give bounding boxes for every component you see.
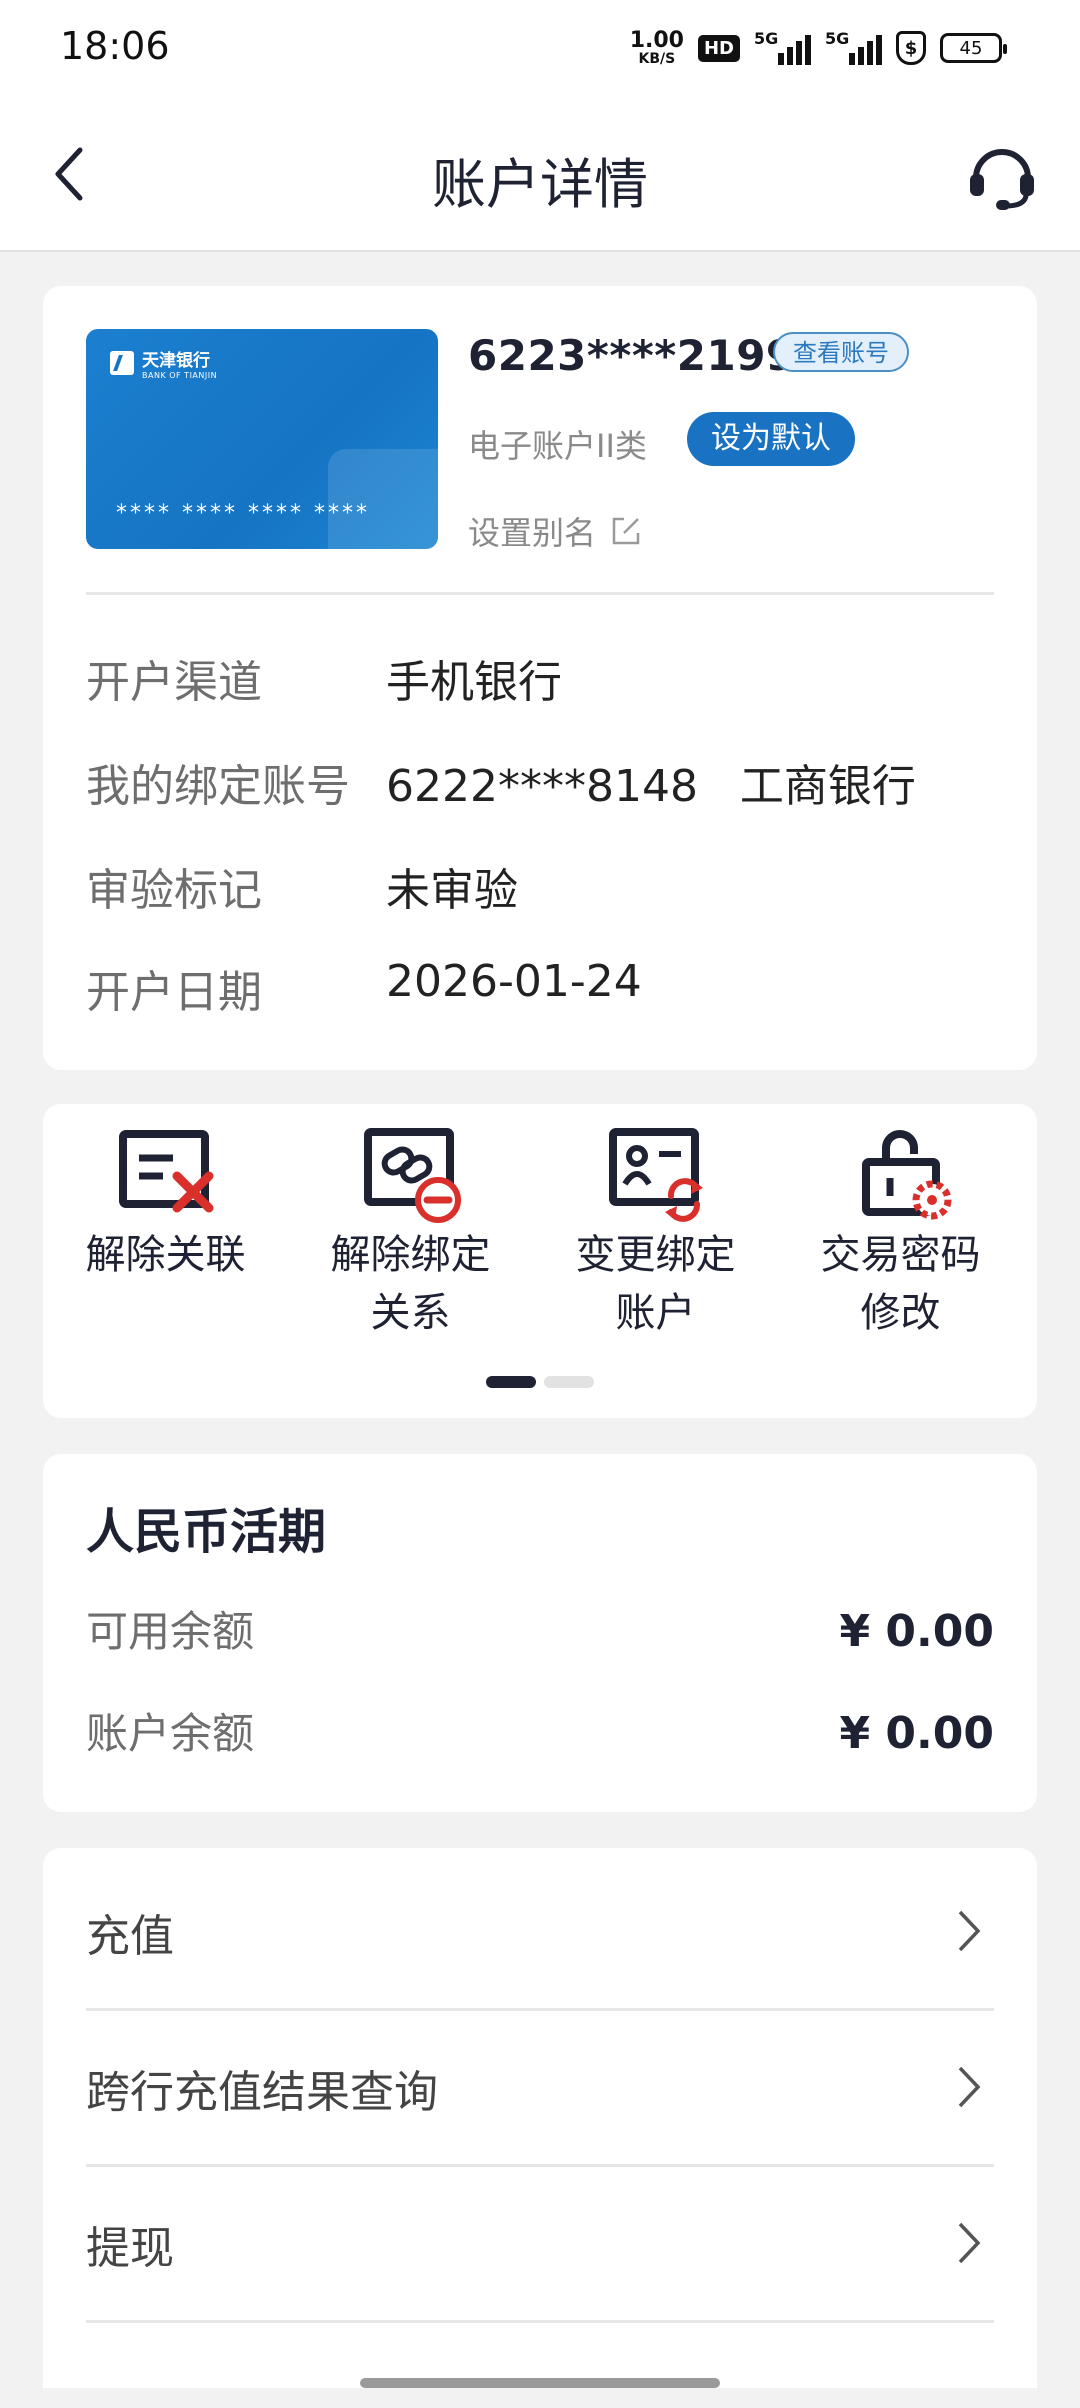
battery-level: 45 — [959, 37, 983, 59]
unbind-card-icon — [363, 1128, 461, 1223]
info-label: 审验标记 — [86, 865, 262, 916]
set-default-button[interactable]: 设为默认 — [687, 412, 855, 466]
lock-settings-icon — [861, 1130, 951, 1220]
info-label: 我的绑定账号 — [86, 761, 350, 812]
action-label: 变更绑定 账户 — [575, 1232, 736, 1336]
battery-icon: 45 — [940, 33, 1007, 63]
action-label: 解除关联 — [85, 1232, 246, 1278]
account-balance-value: ¥ 0.00 — [839, 1708, 995, 1759]
status-time: 18:06 — [60, 24, 170, 68]
page-dot — [544, 1376, 594, 1388]
network-speed: 1.00 KB/S — [629, 28, 684, 67]
view-account-number-button[interactable]: 查看账号 — [773, 332, 909, 372]
home-indicator[interactable] — [360, 2378, 720, 2388]
action-grid: 解除关联 解除绑定 关系 变更绑定 账户 交易密码 修改 — [43, 1124, 1037, 1342]
action-change-account[interactable]: 变更绑定 账户 — [533, 1124, 778, 1342]
balance-card: 人民币活期 可用余额 ¥ 0.00 账户余额 ¥ 0.00 — [43, 1454, 1037, 1812]
set-alias-link[interactable]: 设置别名 — [468, 508, 642, 554]
bank-logo: 天津银行 BANK OF TIANJIN — [110, 351, 217, 381]
edit-icon — [612, 517, 640, 545]
menu-item-label: 提现 — [86, 2223, 174, 2274]
account-balance-label: 账户余额 — [86, 1709, 255, 1758]
page-indicator — [43, 1376, 1037, 1388]
network-type-label: 5G — [754, 29, 779, 48]
menu-item-label: 充值 — [86, 1911, 174, 1962]
account-number: 6223****2199 — [468, 331, 796, 380]
status-bar: 18:06 1.00 KB/S HD 5G 5G $ 45 — [0, 0, 1080, 98]
info-value: 6222****8148 工商银行 — [386, 761, 916, 812]
bank-logo-icon — [110, 351, 134, 375]
page-dot-active — [486, 1376, 536, 1388]
menu-item-recharge[interactable]: 充值 — [86, 1852, 994, 2011]
bank-name-cn: 天津银行 — [142, 351, 210, 371]
nav-header: 账户详情 — [0, 98, 1080, 252]
card-number-mask: **** **** **** **** — [116, 501, 370, 526]
info-value: 未审验 — [386, 865, 518, 916]
divider — [86, 592, 994, 595]
info-label: 开户日期 — [86, 967, 262, 1018]
chevron-right-icon — [958, 2066, 981, 2108]
change-account-icon — [608, 1128, 703, 1222]
action-label: 解除绑定 关系 — [330, 1232, 491, 1336]
hd-voice-icon: HD — [697, 34, 740, 62]
signal-icon-2: 5G — [825, 29, 882, 65]
page-title: 账户详情 — [432, 153, 648, 216]
unlink-doc-icon — [118, 1130, 213, 1213]
card-watermark — [328, 449, 438, 549]
menu-item-withdraw[interactable]: 提现 — [86, 2164, 994, 2323]
info-value: 手机银行 — [386, 657, 562, 708]
menu-card: 充值 跨行充值结果查询 提现 — [43, 1848, 1037, 2388]
network-type-label: 5G — [825, 29, 850, 48]
network-speed-value: 1.00 — [629, 28, 684, 53]
set-alias-label: 设置别名 — [468, 514, 597, 552]
action-change-password[interactable]: 交易密码 修改 — [778, 1124, 1023, 1342]
menu-item-label: 跨行充值结果查询 — [86, 2067, 438, 2118]
available-balance-value: ¥ 0.00 — [839, 1606, 995, 1657]
chevron-right-icon — [958, 2222, 981, 2264]
actions-card: 解除关联 解除绑定 关系 变更绑定 账户 交易密码 修改 — [43, 1104, 1037, 1418]
action-label: 交易密码 修改 — [820, 1232, 981, 1336]
status-icons: 1.00 KB/S HD 5G 5G $ 45 — [629, 26, 1007, 70]
bank-card-image: 天津银行 BANK OF TIANJIN **** **** **** **** — [86, 329, 438, 549]
signal-icon-1: 5G — [754, 29, 811, 65]
network-speed-unit: KB/S — [638, 51, 676, 67]
account-type: 电子账户II类 — [468, 427, 647, 465]
headset-icon[interactable] — [966, 140, 1038, 212]
menu-item-interbank-query[interactable]: 跨行充值结果查询 — [86, 2008, 994, 2167]
account-card: 天津银行 BANK OF TIANJIN **** **** **** ****… — [43, 286, 1037, 1070]
info-value: 2026-01-24 — [386, 956, 642, 1007]
balance-title: 人民币活期 — [86, 1504, 327, 1560]
action-unbind[interactable]: 解除绑定 关系 — [288, 1124, 533, 1342]
chevron-right-icon — [958, 1910, 981, 1952]
info-label: 开户渠道 — [86, 657, 262, 708]
action-unlink[interactable]: 解除关联 — [43, 1124, 288, 1342]
bank-name-en: BANK OF TIANJIN — [142, 371, 218, 380]
security-shield-icon: $ — [896, 31, 926, 65]
available-balance-label: 可用余额 — [86, 1607, 255, 1656]
